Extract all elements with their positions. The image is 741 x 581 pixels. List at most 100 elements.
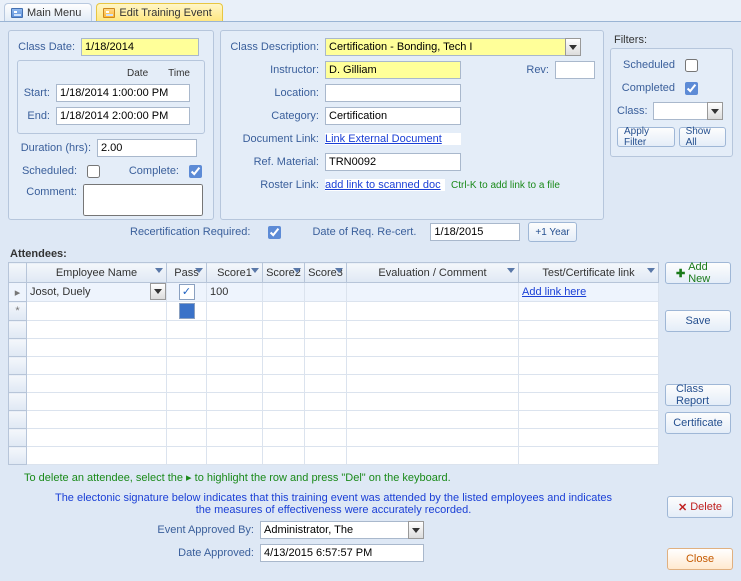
sort-arrow-icon [335, 268, 343, 273]
save-button[interactable]: Save [665, 310, 731, 332]
approved-by-input[interactable] [260, 521, 408, 539]
recert-date-input[interactable] [430, 223, 520, 241]
col-score1[interactable]: Score1 [207, 263, 263, 283]
date-approved-label: Date Approved: [150, 547, 260, 559]
plus-icon: ✚ [676, 267, 685, 280]
instructor-input[interactable] [325, 61, 461, 79]
delete-hint: To delete an attendee, select the ▸ to h… [24, 471, 741, 484]
class-date-input[interactable] [81, 38, 199, 56]
pass-checkbox[interactable] [179, 303, 195, 319]
duration-input[interactable] [97, 139, 197, 157]
plus-one-year-button[interactable]: +1 Year [528, 222, 576, 242]
start-end-group: Date Time Start: End: [17, 60, 205, 134]
chevron-down-icon [154, 289, 162, 294]
cell-cert-link[interactable]: Add link here [519, 283, 659, 302]
cell-score3[interactable] [305, 283, 347, 302]
filter-class-label: Class: [617, 105, 653, 117]
filter-scheduled-checkbox[interactable] [685, 59, 698, 72]
location-input[interactable] [325, 84, 461, 102]
col-score2[interactable]: Score2 [263, 263, 305, 283]
recert-required-checkbox[interactable] [268, 226, 281, 239]
add-cert-link[interactable]: Add link here [522, 286, 586, 298]
tab-edit-label: Edit Training Event [119, 7, 211, 19]
roster-link-label: Roster Link: [229, 179, 325, 191]
row-selector-header[interactable] [9, 263, 27, 283]
document-link[interactable]: Link External Document [325, 133, 442, 145]
complete-checkbox[interactable] [189, 165, 202, 178]
tab-main-menu[interactable]: Main Menu [4, 3, 92, 21]
start-label: Start: [22, 87, 56, 99]
instructor-label: Instructor: [229, 64, 325, 76]
chevron-down-icon [412, 528, 420, 533]
date-approved-input[interactable] [260, 544, 424, 562]
col-cert-link[interactable]: Test/Certificate link [519, 263, 659, 283]
form-icon [103, 8, 115, 18]
duration-label: Duration (hrs): [17, 142, 97, 154]
category-input[interactable] [325, 107, 461, 125]
table-row[interactable]: ▸ Josot, Duely ✓ 100 Add link here [9, 283, 659, 302]
table-row [9, 447, 659, 465]
recert-date-label: Date of Req. Re-cert. [312, 226, 422, 238]
check-icon: ✓ [182, 287, 191, 298]
tab-main-label: Main Menu [27, 7, 81, 19]
delete-button[interactable]: ✕Delete [667, 496, 733, 518]
end-input[interactable] [56, 107, 190, 125]
sort-arrow-icon [251, 268, 259, 273]
col-employee-name[interactable]: Employee Name [27, 263, 167, 283]
col-pass[interactable]: Pass [167, 263, 207, 283]
class-date-group: Class Date: Date Time Start: End: Durati… [8, 30, 214, 220]
filter-class-dropdown[interactable] [707, 102, 723, 120]
attendees-header: Attendees: [10, 248, 741, 260]
chevron-down-icon [711, 109, 719, 114]
complete-label: Complete: [111, 165, 185, 177]
table-new-row[interactable]: * [9, 302, 659, 321]
filter-scheduled-label: Scheduled [617, 59, 681, 71]
table-row [9, 393, 659, 411]
show-all-button[interactable]: Show All [679, 127, 726, 147]
roster-link[interactable]: add link to scanned doc [325, 179, 441, 191]
category-label: Category: [229, 110, 325, 122]
add-new-button[interactable]: ✚Add New [665, 262, 731, 284]
form-icon [11, 8, 23, 18]
rev-input[interactable] [555, 61, 595, 79]
certificate-button[interactable]: Certificate [665, 412, 731, 434]
cell-pass[interactable] [167, 302, 207, 321]
cell-pass[interactable]: ✓ [167, 283, 207, 302]
table-row [9, 375, 659, 393]
approved-by-dropdown[interactable] [408, 521, 424, 539]
sort-arrow-icon [195, 268, 203, 273]
table-row [9, 339, 659, 357]
class-report-button[interactable]: Class Report [665, 384, 731, 406]
class-date-label: Class Date: [17, 41, 81, 53]
ref-material-label: Ref. Material: [229, 156, 325, 168]
start-input[interactable] [56, 84, 190, 102]
employee-dropdown[interactable] [150, 283, 166, 300]
row-selector[interactable]: ▸ [9, 283, 27, 302]
filter-class-input[interactable] [653, 102, 707, 120]
class-description-input[interactable] [325, 38, 565, 56]
cell-evaluation[interactable] [347, 283, 519, 302]
roster-link-hint: Ctrl-K to add link to a file [451, 180, 560, 191]
cell-employee[interactable] [27, 302, 167, 321]
signature-text: The electonic signature below indicates … [50, 492, 617, 516]
sort-arrow-icon [647, 268, 655, 273]
new-row-indicator[interactable]: * [9, 302, 27, 321]
apply-filter-button[interactable]: Apply Filter [617, 127, 675, 147]
tab-edit-training-event[interactable]: Edit Training Event [96, 3, 222, 21]
cell-employee[interactable]: Josot, Duely [27, 283, 167, 302]
table-row [9, 357, 659, 375]
cell-score1[interactable]: 100 [207, 283, 263, 302]
end-label: End: [22, 110, 56, 122]
close-button[interactable]: Close [667, 548, 733, 570]
class-description-dropdown[interactable] [565, 38, 581, 56]
filter-completed-label: Completed [617, 82, 681, 94]
col-evaluation[interactable]: Evaluation / Comment [347, 263, 519, 283]
ref-material-input[interactable] [325, 153, 461, 171]
col-score3[interactable]: Score3 [305, 263, 347, 283]
filter-completed-checkbox[interactable] [685, 82, 698, 95]
cell-score2[interactable] [263, 283, 305, 302]
comment-label: Comment: [17, 184, 83, 198]
comment-input[interactable] [83, 184, 203, 216]
scheduled-checkbox[interactable] [87, 165, 100, 178]
pass-checkbox[interactable]: ✓ [179, 284, 195, 300]
